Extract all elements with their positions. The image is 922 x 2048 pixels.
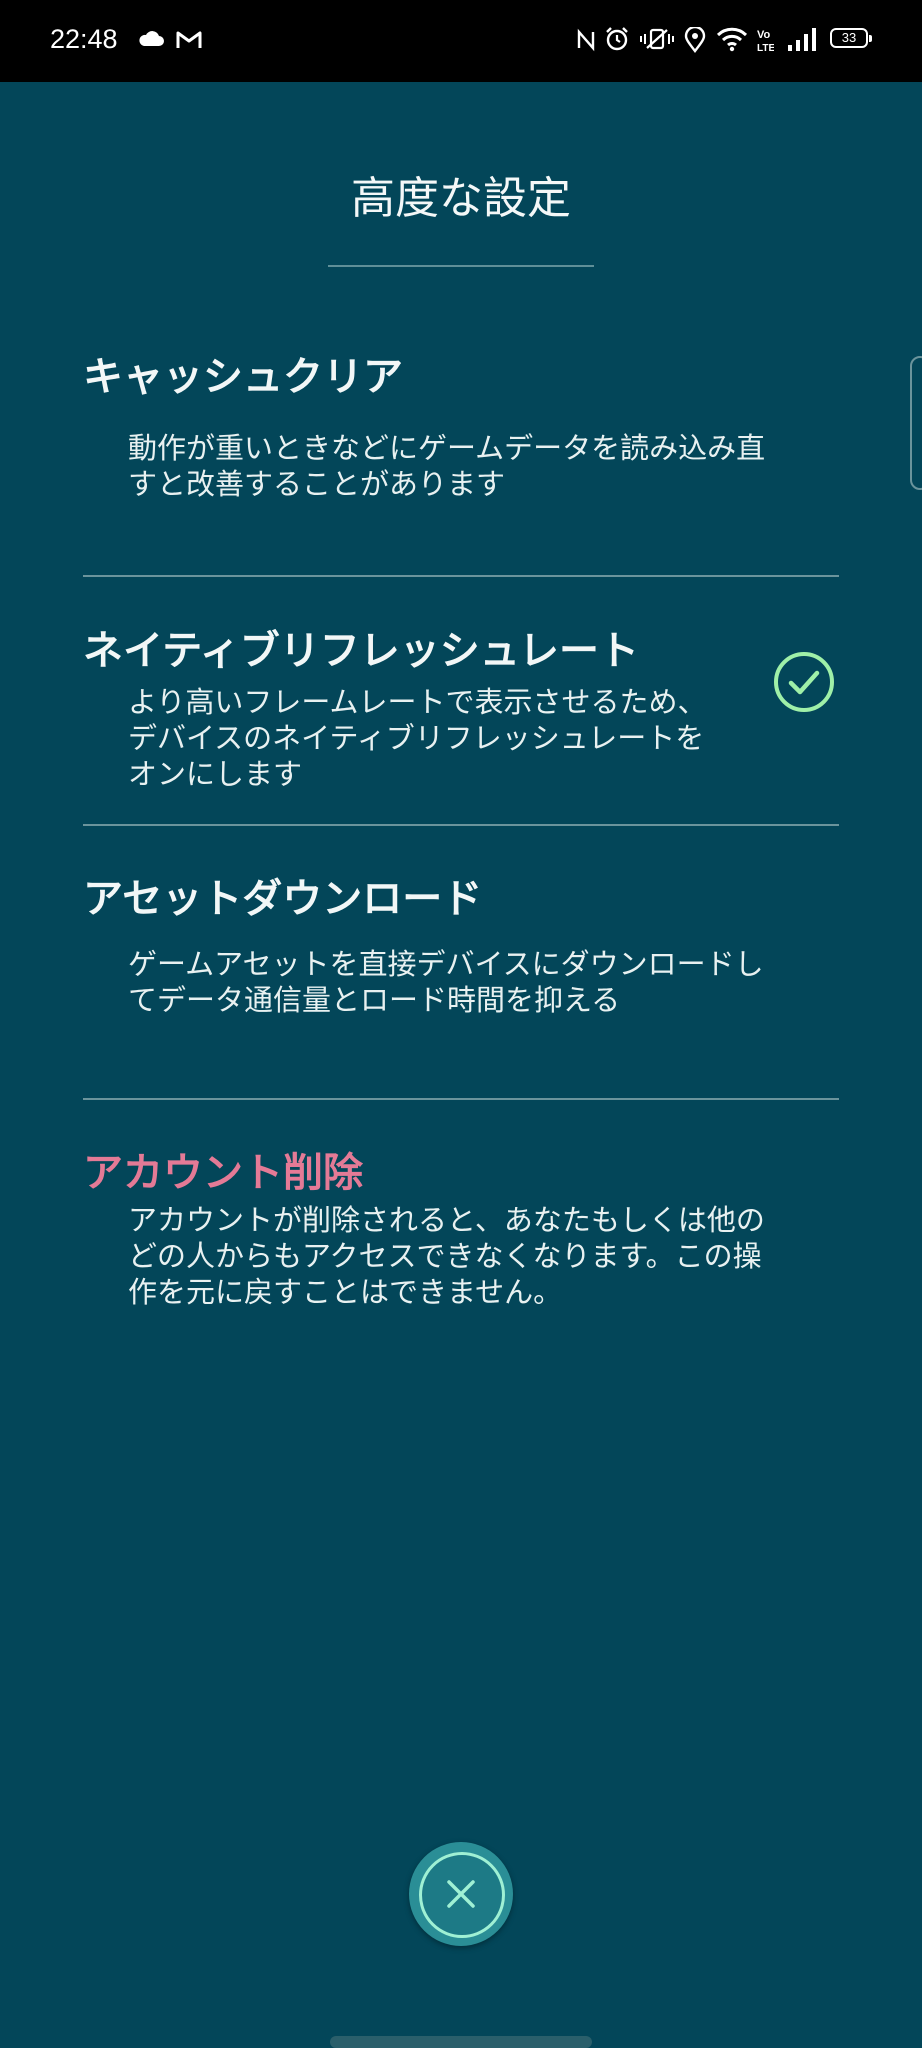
divider (83, 1098, 839, 1100)
title-divider (328, 265, 594, 267)
desc-line: 作を元に戻すことはできません。 (128, 1275, 563, 1309)
setting-title-native-refresh-rate: ネイティブリフレッシュレート (83, 628, 639, 674)
side-panel-handle[interactable] (910, 356, 922, 490)
desc-line: アカウントが削除されると、あなたもしくは他の (128, 1203, 765, 1237)
close-button[interactable] (409, 1842, 513, 1946)
setting-title-cache-clear: キャッシュクリア (83, 354, 403, 400)
divider (83, 824, 839, 826)
gmail-icon (176, 31, 202, 48)
wifi-icon (716, 27, 748, 52)
desc-line: デバイスのネイティブリフレッシュレートを (128, 721, 705, 755)
battery-indicator: 33 (830, 28, 872, 48)
desc-line: 動作が重いときなどにゲームデータを読み込み直 (128, 431, 766, 465)
setting-desc-cache-clear: 動作が重いときなどにゲームデータを読み込み直 すと改善することがあります (128, 430, 808, 502)
desc-line: ゲームアセットを直接デバイスにダウンロードし (128, 947, 764, 981)
desc-line: より高いフレームレートで表示させるため、 (128, 685, 707, 719)
desc-line: どの人からもアクセスできなくなります。この操 (128, 1239, 762, 1273)
status-bar: 22:48 Vo LTE 33 (0, 0, 922, 82)
gesture-nav-bar[interactable] (330, 2036, 592, 2048)
setting-title-account-delete: アカウント削除 (83, 1150, 363, 1196)
desc-line: オンにします (128, 757, 303, 791)
status-time: 22:48 (50, 24, 118, 54)
desc-line: てデータ通信量とロード時間を抑える (128, 983, 621, 1017)
svg-text:Vo: Vo (757, 29, 771, 41)
nfc-icon (577, 28, 595, 52)
setting-title-asset-download: アセットダウンロード (83, 876, 483, 922)
setting-desc-account-delete: アカウントが削除されると、あなたもしくは他の どの人からもアクセスできなくなりま… (128, 1202, 808, 1310)
cloud-icon (139, 31, 164, 46)
signal-icon (788, 28, 816, 51)
vibrate-off-icon (640, 28, 674, 50)
checkmark-circle-icon[interactable] (772, 650, 836, 714)
location-icon (684, 27, 706, 53)
volte-icon: Vo LTE (757, 29, 774, 54)
setting-desc-asset-download: ゲームアセットを直接デバイスにダウンロードし てデータ通信量とロード時間を抑える (128, 946, 808, 1018)
alarm-icon (606, 27, 628, 51)
divider (83, 575, 839, 577)
setting-desc-native-refresh-rate: より高いフレームレートで表示させるため、 デバイスのネイティブリフレッシュレート… (128, 684, 808, 792)
page-title: 高度な設定 (351, 173, 571, 224)
close-x-icon (447, 1880, 475, 1908)
svg-text:LTE: LTE (757, 43, 774, 54)
desc-line: すと改善することがあります (128, 467, 506, 501)
